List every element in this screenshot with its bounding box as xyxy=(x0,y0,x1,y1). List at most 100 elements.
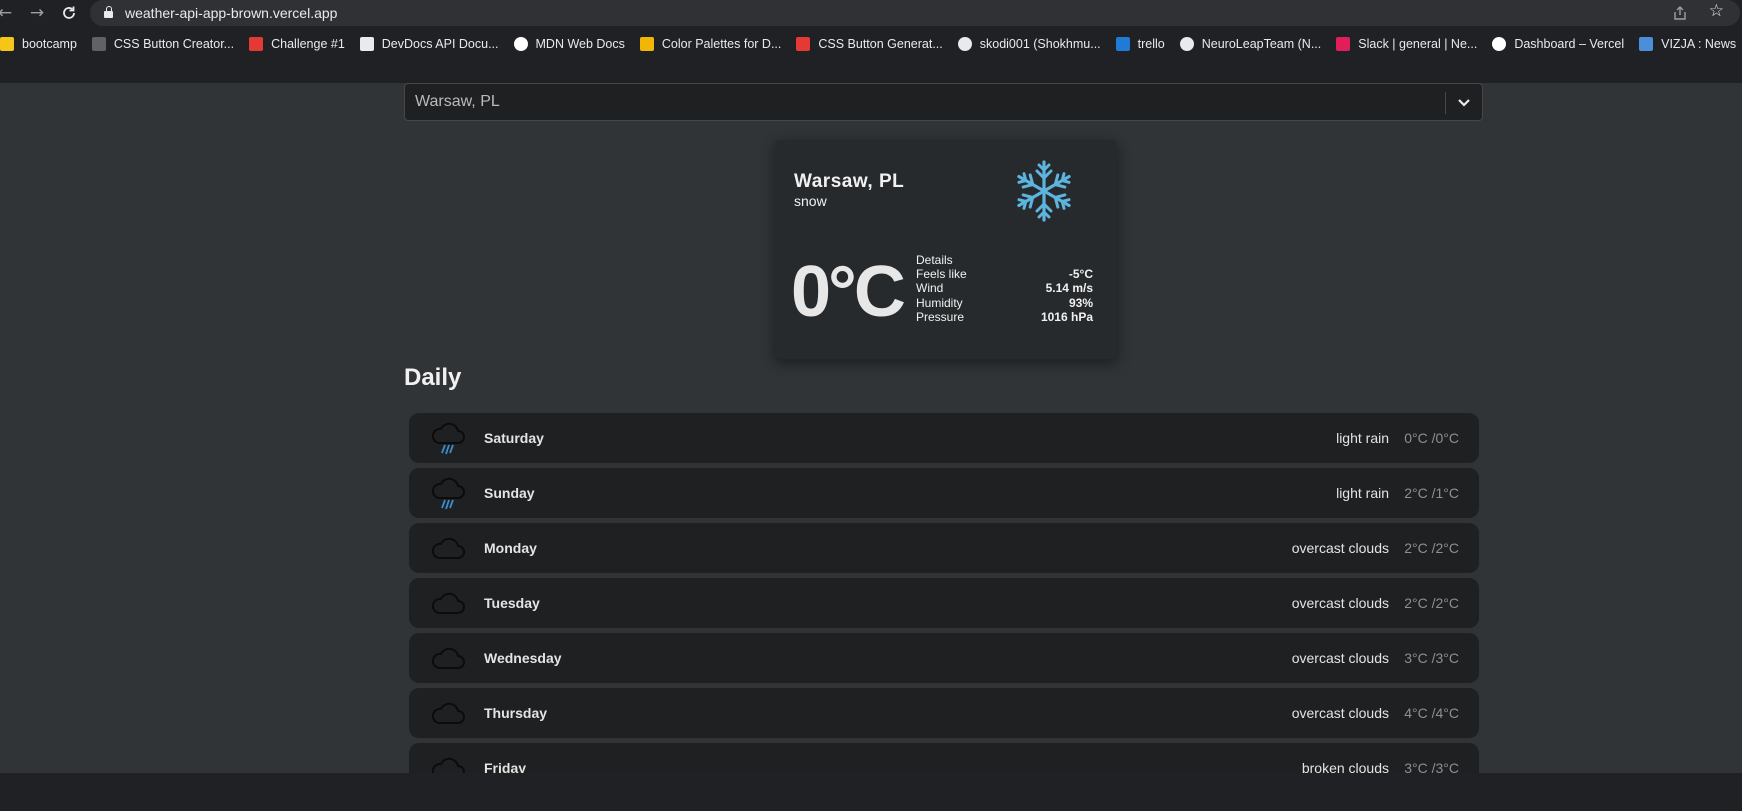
slack-icon xyxy=(1336,37,1351,51)
vizja-icon xyxy=(1639,37,1654,51)
city-search-select[interactable]: Warsaw, PL xyxy=(404,83,1483,121)
day-description: light rain xyxy=(1336,430,1389,446)
day-name: Thursday xyxy=(484,705,548,721)
bookmark-label: CSS Button Creator... xyxy=(113,37,235,51)
address-bar[interactable]: weather-api-app-brown.vercel.app ☆ xyxy=(90,0,1740,26)
bookmark-item[interactable]: trello xyxy=(1110,32,1174,56)
bookmark-label: skodi001 (Shokhmu... xyxy=(979,37,1101,51)
detail-label: Feels like xyxy=(916,267,967,282)
city-select-value[interactable]: Warsaw, PL xyxy=(415,93,500,111)
day-temperatures: 2°C /2°C xyxy=(1404,540,1459,556)
bookmark-item[interactable]: Color Palettes for D... xyxy=(634,32,791,56)
bookmark-label: MDN Web Docs xyxy=(535,37,625,51)
bookmark-item[interactable]: Dashboard – Vercel xyxy=(1486,32,1633,56)
browser-toolbar: ← → weather-api-app-brown.vercel.app ☆ xyxy=(0,0,1742,26)
detail-row: Wind 5.14 m/s xyxy=(916,281,1093,295)
detail-label: Wind xyxy=(916,281,944,296)
bookmark-label: CSS Button Generat... xyxy=(818,37,943,51)
bookmark-item[interactable]: DevDocs API Docu... xyxy=(354,32,508,56)
cloud-icon xyxy=(430,696,466,730)
bookmark-label: bootcamp xyxy=(22,37,77,51)
bookmark-label: Color Palettes for D... xyxy=(661,37,782,51)
detail-row: Humidity 93% xyxy=(916,296,1093,310)
bookmark-label: trello xyxy=(1137,37,1165,51)
day-name: Wednesday xyxy=(484,650,562,666)
detail-row: Feels like -5°C xyxy=(916,267,1093,281)
bookmark-label: Challenge #1 xyxy=(271,37,345,51)
bookmark-item[interactable]: Slack | general | Ne... xyxy=(1330,32,1486,56)
daily-row-wednesday: Wednesday overcast clouds 3°C /3°C xyxy=(409,633,1479,683)
forward-arrow-icon[interactable]: → xyxy=(26,2,48,24)
bookmark-label: VIZJA : News xyxy=(1661,37,1737,51)
cloud-icon xyxy=(430,586,466,620)
vercel-icon xyxy=(1492,37,1507,51)
bookmark-star-icon[interactable]: ☆ xyxy=(1709,1,1724,21)
bookmark-item[interactable]: NeuroLeapTeam (N... xyxy=(1174,32,1331,56)
star-burst-icon xyxy=(796,37,811,51)
day-temperatures: 2°C /1°C xyxy=(1404,485,1459,501)
reload-icon[interactable] xyxy=(58,2,80,24)
select-separator xyxy=(1445,92,1446,114)
bookmark-item[interactable]: skodi001 (Shokhmu... xyxy=(952,32,1110,56)
details-heading: Details xyxy=(916,253,953,267)
gear-icon xyxy=(91,37,106,51)
chevron-down-icon[interactable] xyxy=(1456,92,1472,112)
detail-row: Pressure 1016 hPa xyxy=(916,310,1093,324)
bookmark-item[interactable]: MDN Web Docs xyxy=(508,32,634,56)
trello-icon xyxy=(1115,37,1130,51)
cloud-icon xyxy=(430,641,466,675)
daily-row-sunday: Sunday light rain 2°C /1°C xyxy=(409,468,1479,518)
snowflake-icon xyxy=(1012,159,1076,223)
share-icon[interactable] xyxy=(1672,5,1688,21)
page: Warsaw, PL Warsaw, PL snow 0°C Details F… xyxy=(0,62,1742,793)
detail-label: Pressure xyxy=(916,309,965,324)
bookmark-label: NeuroLeapTeam (N... xyxy=(1201,37,1322,51)
day-temperatures: 2°C /2°C xyxy=(1404,595,1459,611)
daily-row-monday: Monday overcast clouds 2°C /2°C xyxy=(409,523,1479,573)
bookmarks-bar: bootcamp CSS Button Creator... Challenge #… xyxy=(0,30,1742,58)
devdocs-icon xyxy=(359,37,374,51)
current-weather-card: Warsaw, PL snow 0°C Details Feels like -5… xyxy=(775,140,1117,359)
detail-value: 93% xyxy=(1068,295,1093,310)
day-name: Monday xyxy=(484,540,537,556)
bookmark-item[interactable]: CSS Button Creator... xyxy=(86,32,243,56)
daily-heading: Daily xyxy=(404,364,462,391)
bottom-bar xyxy=(0,773,1742,811)
day-description: overcast clouds xyxy=(1291,595,1389,611)
github-icon xyxy=(957,37,972,51)
url-text[interactable]: weather-api-app-brown.vercel.app xyxy=(125,5,337,21)
back-arrow-icon[interactable]: ← xyxy=(0,2,16,24)
daily-row-thursday: Thursday overcast clouds 4°C /4°C xyxy=(409,688,1479,738)
day-temperatures: 4°C /4°C xyxy=(1404,705,1459,721)
bookmark-item[interactable]: Challenge #1 xyxy=(243,32,354,56)
day-name: Sunday xyxy=(484,485,535,501)
detail-value: 5.14 m/s xyxy=(1045,281,1093,296)
day-name: Saturday xyxy=(484,430,544,446)
bookmark-label: DevDocs API Docu... xyxy=(381,37,499,51)
rain-cloud-icon xyxy=(430,476,466,510)
current-description: snow xyxy=(794,193,827,209)
lock-icon[interactable] xyxy=(104,6,113,18)
bootcamp-icon xyxy=(0,37,14,51)
bookmark-item[interactable]: CSS Button Generat... xyxy=(790,32,951,56)
day-description: light rain xyxy=(1336,485,1389,501)
detail-value: 1016 hPa xyxy=(1040,309,1093,324)
bookmark-label: Slack | general | Ne... xyxy=(1358,37,1478,51)
detail-value: -5°C xyxy=(1068,267,1093,282)
bookmark-item[interactable]: VIZJA : News xyxy=(1633,32,1742,56)
kp-icon xyxy=(249,37,264,51)
palette-icon xyxy=(639,37,654,51)
day-temperatures: 3°C /3°C xyxy=(1404,650,1459,666)
day-description: overcast clouds xyxy=(1291,705,1389,721)
details-heading-row: Details xyxy=(916,253,1093,267)
bookmark-item[interactable]: bootcamp xyxy=(0,32,86,56)
current-city: Warsaw, PL xyxy=(794,171,905,192)
rain-cloud-icon xyxy=(430,421,466,455)
bookmark-label: Dashboard – Vercel xyxy=(1514,37,1625,51)
mdn-icon xyxy=(513,37,528,51)
day-description: overcast clouds xyxy=(1291,540,1389,556)
cloud-icon xyxy=(430,531,466,565)
daily-row-saturday: Saturday light rain 0°C /0°C xyxy=(409,413,1479,463)
day-name: Tuesday xyxy=(484,595,540,611)
detail-label: Humidity xyxy=(916,295,963,310)
